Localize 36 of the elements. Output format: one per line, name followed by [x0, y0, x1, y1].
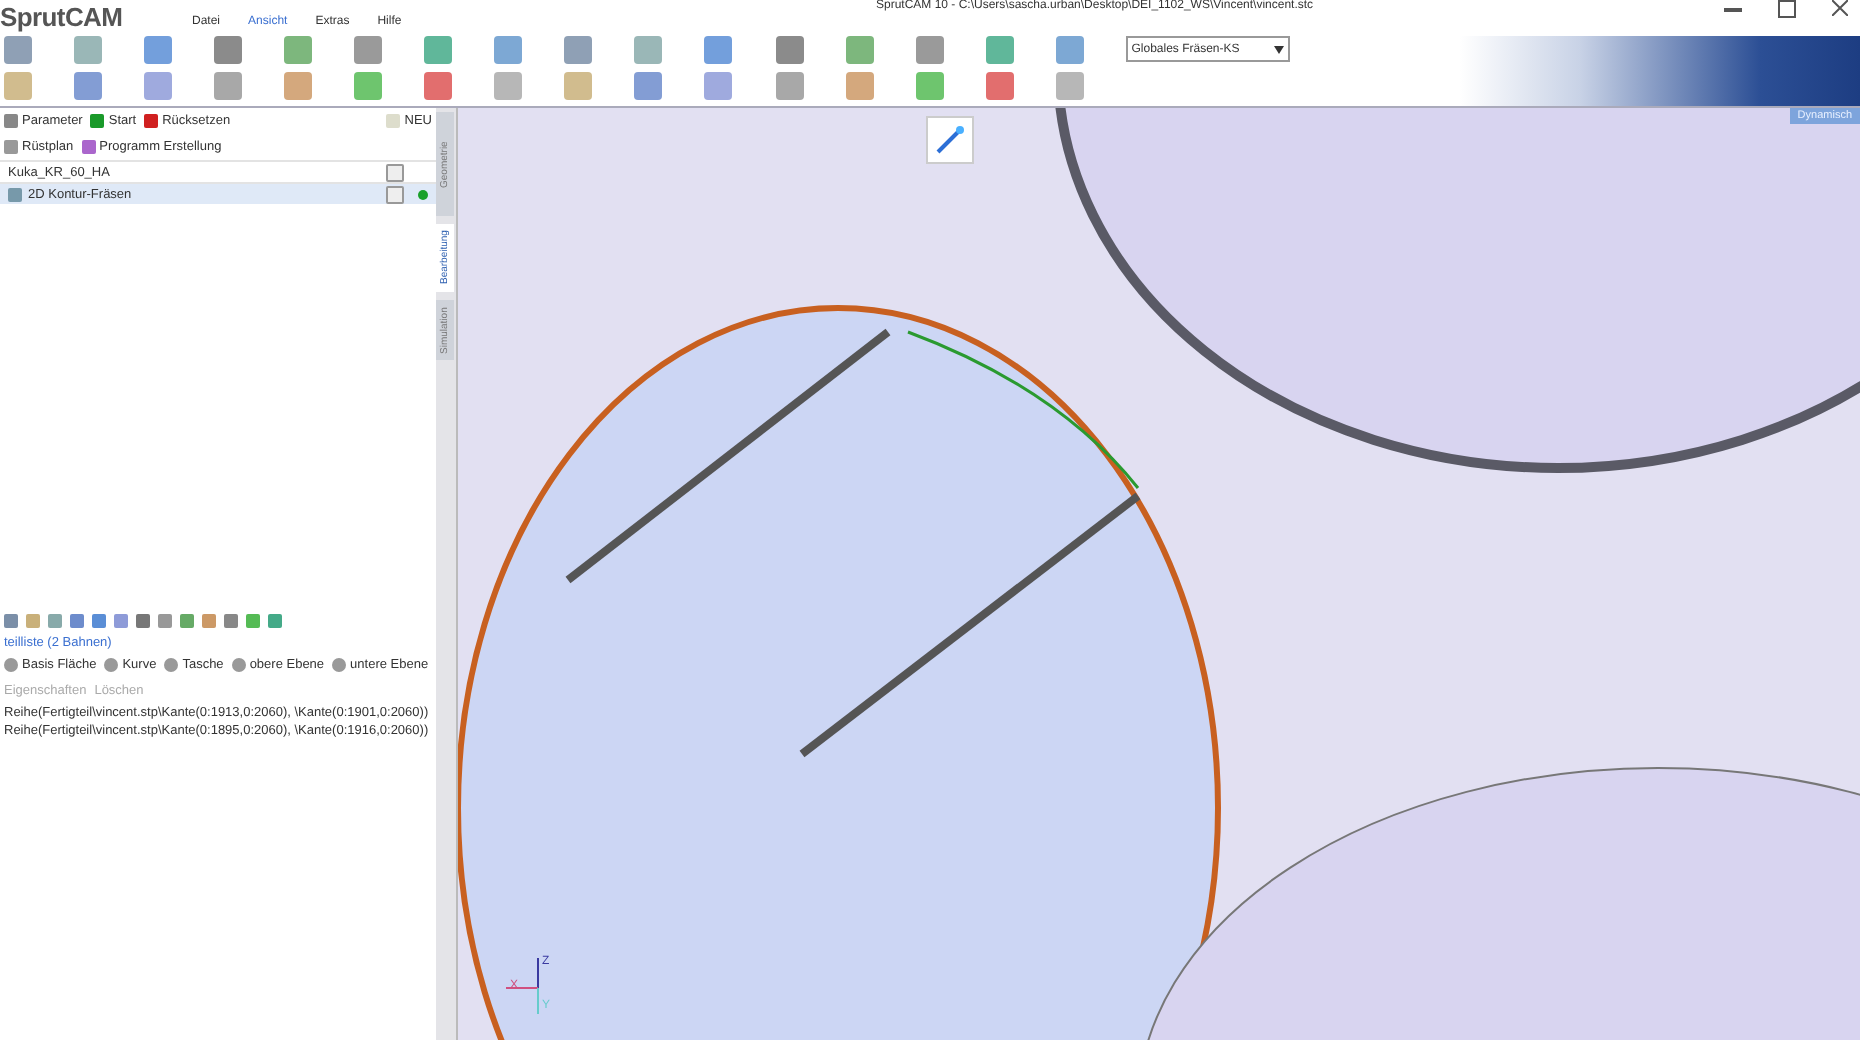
toolbar-icon[interactable] [985, 72, 1014, 100]
toolbar-icon[interactable] [775, 36, 804, 64]
toolbar-icon[interactable] [634, 72, 663, 100]
toolbar-icon[interactable] [634, 36, 663, 64]
toolbar-icon[interactable] [775, 72, 804, 100]
toolbar-icon[interactable] [214, 36, 243, 64]
close-icon[interactable] [1832, 0, 1848, 16]
magic-wand-icon [934, 124, 966, 156]
toolbar-icon[interactable] [915, 36, 944, 64]
toolbar-icon[interactable] [1055, 72, 1084, 100]
toolbar-icon[interactable] [564, 72, 593, 100]
toolbar-icon[interactable] [284, 72, 313, 100]
toolbar-icon[interactable] [424, 72, 453, 100]
toolbar-icon[interactable] [144, 36, 173, 64]
maximize-icon[interactable] [1778, 0, 1796, 18]
toolbar-icon[interactable] [494, 72, 523, 100]
toolbar-icon[interactable] [74, 36, 103, 64]
toolbar-icon[interactable] [144, 72, 173, 100]
toolbar-icon[interactable] [424, 36, 453, 64]
toolbar-icon[interactable] [494, 36, 523, 64]
toolbar-icon[interactable] [1055, 36, 1084, 64]
toolbar-icon[interactable] [284, 36, 313, 64]
toolbar-icon[interactable] [985, 36, 1014, 64]
magic-wand-button[interactable] [926, 116, 974, 164]
toolbar-icon[interactable] [354, 72, 383, 100]
app-logo: SprutCAM [0, 2, 123, 32]
toolbar-icon[interactable] [704, 72, 733, 100]
toolbar-icon[interactable] [354, 36, 383, 64]
toolbar-icon[interactable] [564, 36, 593, 64]
toolbar-icon[interactable] [845, 36, 874, 64]
toolbar-icon[interactable] [845, 72, 874, 100]
toolbar-icon[interactable] [74, 72, 103, 100]
toolbar-icon[interactable] [915, 72, 944, 100]
toolbar-icon[interactable] [704, 36, 733, 64]
toolbar-icon[interactable] [214, 72, 243, 100]
caret-icon [1273, 45, 1284, 53]
